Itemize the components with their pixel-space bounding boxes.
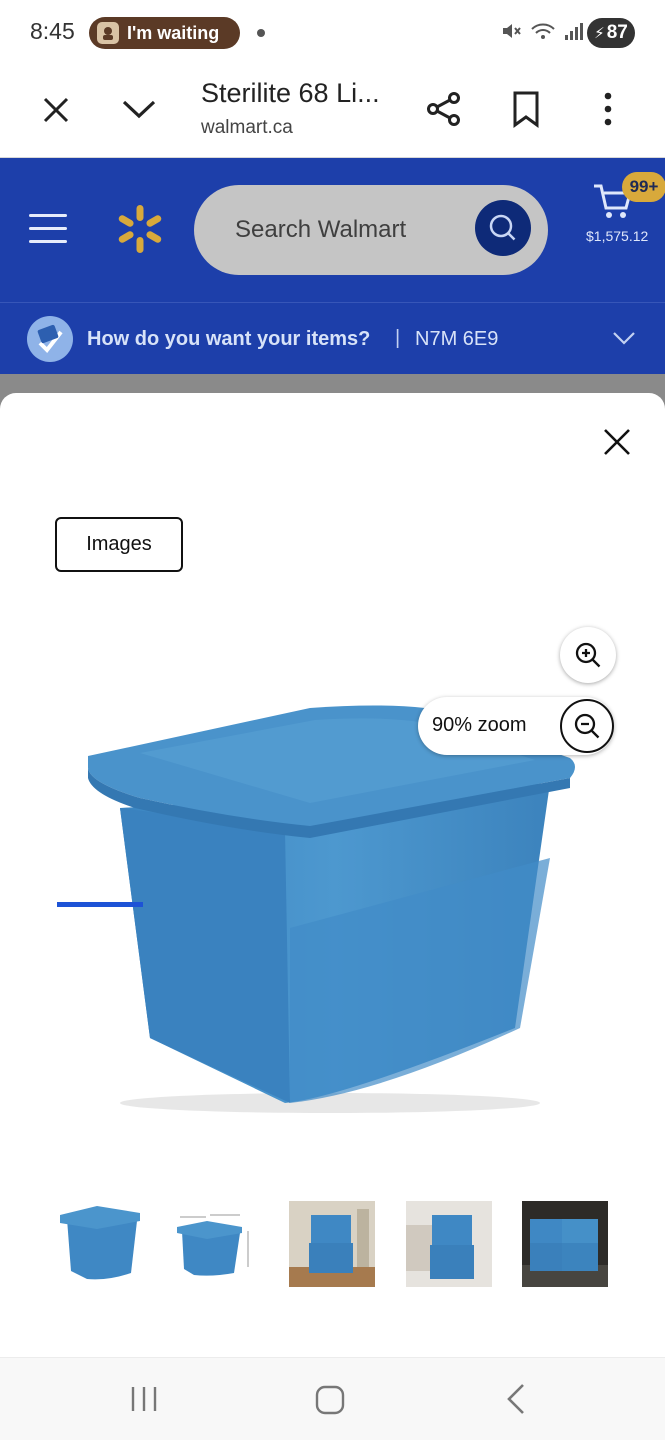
thumbnail-bin-dimensions[interactable] — [172, 1201, 258, 1287]
notification-pill[interactable]: I'm waiting — [89, 17, 240, 49]
zoom-out-icon — [574, 713, 600, 739]
walmart-header: Search Walmart 99+ $1,575.12 — [0, 158, 665, 302]
zoom-out-button[interactable] — [560, 699, 614, 753]
chevron-down-icon[interactable] — [121, 96, 157, 122]
more-icon[interactable] — [601, 90, 615, 128]
delivery-question: How do you want your items? — [87, 328, 371, 350]
zoom-in-icon — [575, 642, 601, 668]
menu-icon[interactable] — [29, 214, 67, 244]
custom-tab-toolbar: Sterilite 68 Li... walmart.ca — [0, 66, 665, 158]
back-icon[interactable] — [503, 1382, 529, 1416]
battery-icon: ⚡ 87 — [587, 18, 635, 48]
thumbnail-stacked-bins[interactable] — [522, 1201, 608, 1287]
zoom-level-label: 90% zoom — [432, 714, 527, 736]
battery-level: 87 — [606, 22, 628, 43]
zoom-control: 90% zoom — [418, 697, 614, 755]
selected-thumbnail-indicator — [57, 902, 143, 907]
wifi-icon — [531, 23, 555, 39]
cart-total: $1,575.12 — [586, 228, 649, 244]
bookmark-icon[interactable] — [511, 90, 541, 128]
cart-count-badge: 99+ — [622, 172, 665, 202]
search-placeholder: Search Walmart — [235, 216, 407, 243]
status-bar: 8:45 I'm waiting ⚡ 87 — [0, 0, 665, 66]
close-icon[interactable] — [40, 94, 72, 126]
app-avatar-icon — [97, 22, 119, 44]
image-viewer-modal: Images 90% zoom — [0, 393, 665, 1357]
tab-images[interactable]: Images — [55, 517, 183, 572]
delivery-separator: | — [395, 327, 401, 349]
notification-label: I'm waiting — [127, 22, 220, 43]
close-icon — [604, 429, 630, 455]
home-icon[interactable] — [314, 1384, 346, 1416]
zoom-in-button[interactable] — [560, 627, 616, 683]
search-button[interactable] — [475, 200, 531, 256]
delivery-options-bar[interactable]: How do you want your items? | N7M 6E9 — [0, 302, 665, 374]
walmart-spark-logo[interactable] — [115, 203, 165, 260]
close-modal-button[interactable] — [601, 426, 633, 463]
thumbnail-bin-bedroom[interactable] — [406, 1201, 492, 1287]
delivery-icon — [27, 316, 73, 362]
system-nav-bar — [0, 1357, 665, 1440]
recents-icon[interactable] — [128, 1384, 160, 1414]
page-title: Sterilite 68 Li... — [201, 78, 380, 108]
postal-code: N7M 6E9 — [415, 328, 499, 350]
search-input[interactable]: Search Walmart — [194, 185, 548, 275]
mute-icon — [503, 24, 521, 38]
product-image[interactable] — [80, 698, 585, 1123]
chevron-down-icon[interactable] — [612, 330, 636, 351]
share-icon[interactable] — [425, 90, 463, 128]
notification-dot — [257, 29, 265, 37]
signal-icon — [565, 23, 583, 40]
thumbnail-stacked-room[interactable] — [289, 1201, 375, 1287]
status-time: 8:45 — [30, 18, 75, 44]
page-url: walmart.ca — [201, 117, 293, 138]
thumbnail-bin-front[interactable] — [57, 1201, 143, 1287]
search-icon — [489, 214, 516, 241]
